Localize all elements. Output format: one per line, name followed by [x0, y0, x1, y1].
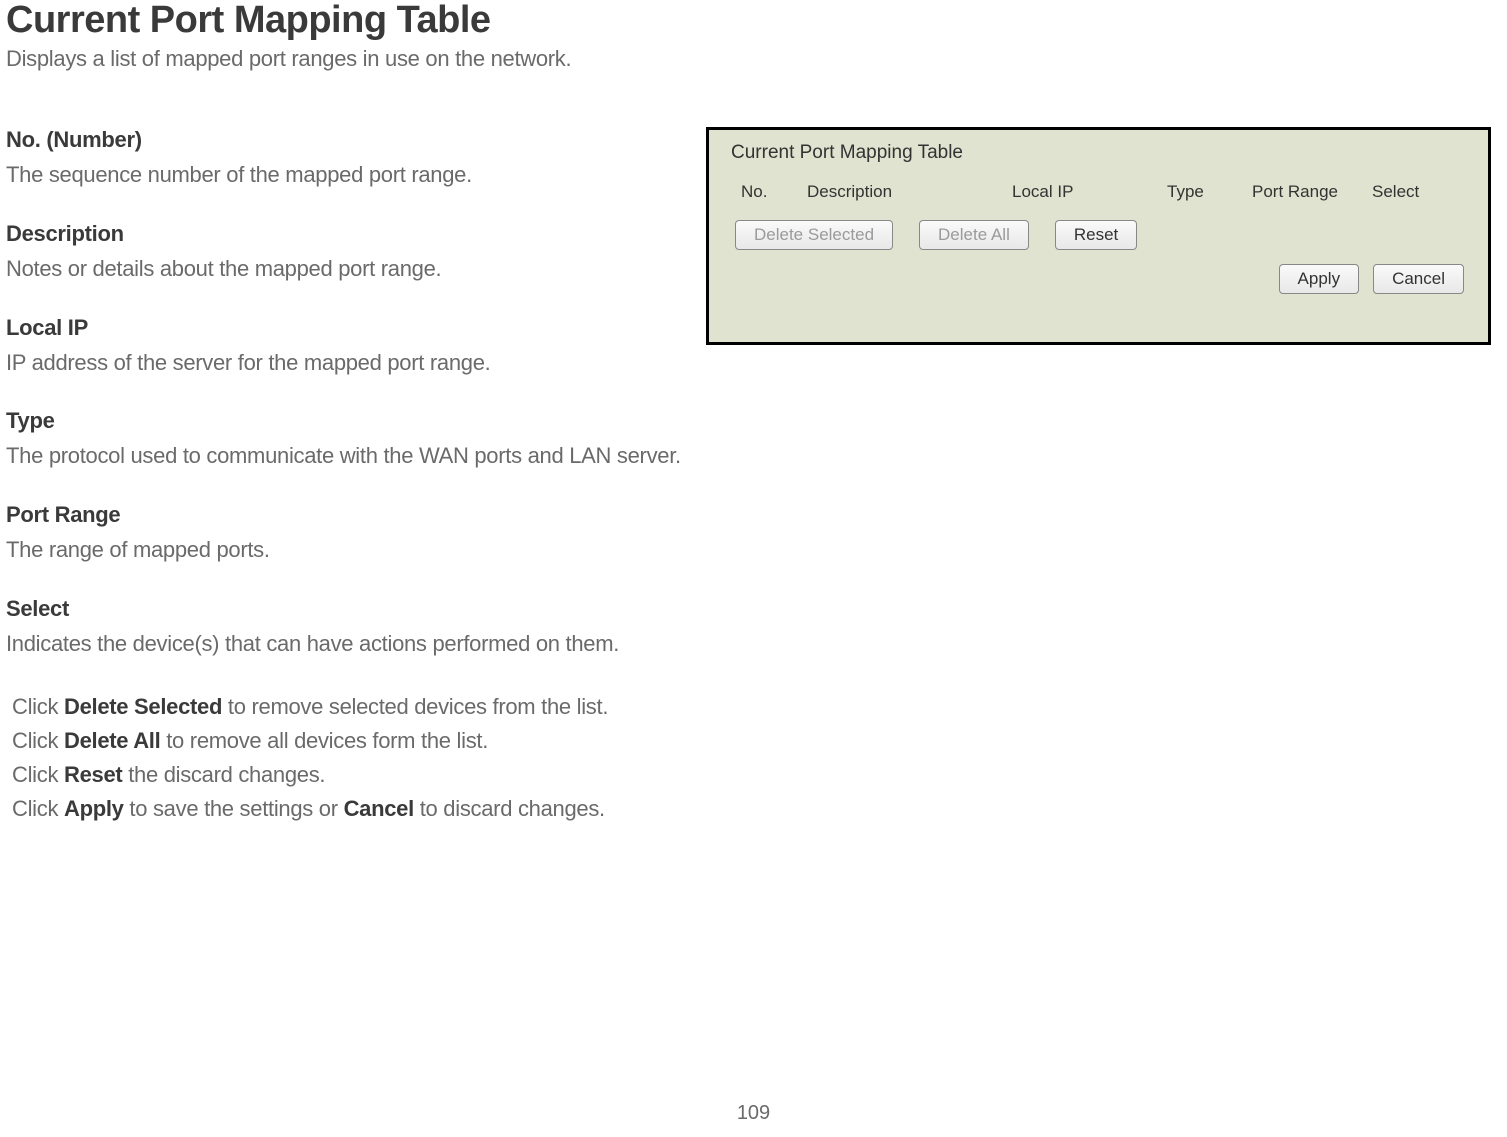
- port-mapping-panel: Current Port Mapping Table No. Descripti…: [706, 127, 1491, 345]
- text: Click: [12, 796, 64, 821]
- instruction-reset: Click Reset the discard changes.: [12, 758, 686, 792]
- col-header-port-range: Port Range: [1252, 182, 1372, 202]
- delete-all-button[interactable]: Delete All: [919, 220, 1029, 250]
- def-term: Port Range: [6, 502, 686, 528]
- bold: Delete All: [64, 728, 160, 753]
- def-desc: The sequence number of the mapped port r…: [6, 159, 686, 191]
- cancel-button[interactable]: Cancel: [1373, 264, 1464, 294]
- col-header-select: Select: [1372, 182, 1442, 202]
- page-number: 109: [0, 1102, 1507, 1125]
- panel-title: Current Port Mapping Table: [731, 142, 1470, 164]
- def-desc: The range of mapped ports.: [6, 534, 686, 566]
- text: to save the settings or: [124, 796, 344, 821]
- def-desc: Indicates the device(s) that can have ac…: [6, 628, 686, 660]
- def-no: No. (Number) The sequence number of the …: [6, 127, 686, 191]
- text: the discard changes.: [122, 762, 325, 787]
- bold: Delete Selected: [64, 694, 222, 719]
- panel-button-row: Delete Selected Delete All Reset: [735, 220, 1470, 250]
- instruction-delete-selected: Click Delete Selected to remove selected…: [12, 690, 686, 724]
- text: to remove selected devices from the list…: [222, 694, 608, 719]
- def-term: Select: [6, 596, 686, 622]
- def-desc: Notes or details about the mapped port r…: [6, 253, 686, 285]
- def-desc: IP address of the server for the mapped …: [6, 347, 686, 379]
- apply-button[interactable]: Apply: [1279, 264, 1360, 294]
- page-subtitle: Displays a list of mapped port ranges in…: [0, 46, 1507, 72]
- definitions-list: No. (Number) The sequence number of the …: [6, 127, 686, 827]
- panel-bottom-row: Apply Cancel: [727, 264, 1464, 294]
- def-term: Type: [6, 408, 686, 434]
- text: Click: [12, 762, 64, 787]
- instructions: Click Delete Selected to remove selected…: [6, 690, 686, 826]
- col-header-description: Description: [807, 182, 1012, 202]
- instruction-apply-cancel: Click Apply to save the settings or Canc…: [12, 792, 686, 826]
- def-desc: The protocol used to communicate with th…: [6, 440, 686, 472]
- col-header-local-ip: Local IP: [1012, 182, 1167, 202]
- def-type: Type The protocol used to communicate wi…: [6, 408, 686, 472]
- def-local-ip: Local IP IP address of the server for th…: [6, 315, 686, 379]
- col-header-type: Type: [1167, 182, 1252, 202]
- instruction-delete-all: Click Delete All to remove all devices f…: [12, 724, 686, 758]
- def-description: Description Notes or details about the m…: [6, 221, 686, 285]
- def-term: No. (Number): [6, 127, 686, 153]
- text: to discard changes.: [414, 796, 605, 821]
- col-header-no: No.: [727, 182, 807, 202]
- def-term: Description: [6, 221, 686, 247]
- reset-button[interactable]: Reset: [1055, 220, 1137, 250]
- bold: Reset: [64, 762, 122, 787]
- text: to remove all devices form the list.: [160, 728, 488, 753]
- content-area: No. (Number) The sequence number of the …: [0, 127, 1507, 827]
- def-term: Local IP: [6, 315, 686, 341]
- def-select: Select Indicates the device(s) that can …: [6, 596, 686, 660]
- delete-selected-button[interactable]: Delete Selected: [735, 220, 893, 250]
- def-port-range: Port Range The range of mapped ports.: [6, 502, 686, 566]
- bold: Cancel: [344, 796, 414, 821]
- text: Click: [12, 728, 64, 753]
- panel-header-row: No. Description Local IP Type Port Range…: [727, 182, 1470, 202]
- text: Click: [12, 694, 64, 719]
- page-title: Current Port Mapping Table: [0, 0, 1507, 42]
- bold: Apply: [64, 796, 124, 821]
